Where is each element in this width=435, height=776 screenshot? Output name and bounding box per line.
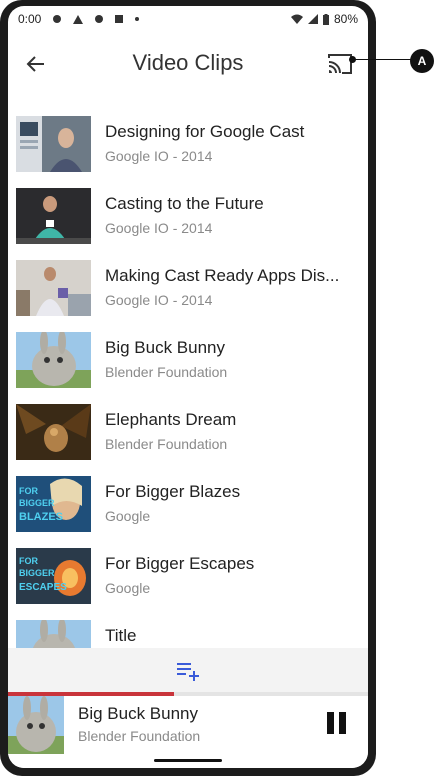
list-item[interactable]: Casting to the Future Google IO - 2014 (8, 182, 368, 254)
video-subtitle: Google (105, 508, 151, 524)
list-item[interactable]: Title (8, 614, 368, 648)
video-thumbnail: FOR BIGGER ESCAPES (16, 548, 91, 604)
video-thumbnail (16, 260, 91, 316)
notification-icon (115, 15, 124, 23)
list-item[interactable]: Designing for Google Cast Google IO - 20… (8, 110, 368, 182)
video-subtitle: Google IO - 2014 (105, 292, 213, 308)
add-to-queue-icon[interactable] (176, 660, 200, 682)
phone-frame: 0:00 80% Video Clips Designing for Googl… (0, 0, 376, 776)
video-title: Casting to the Future (105, 194, 264, 213)
video-subtitle: Blender Foundation (105, 436, 228, 452)
svg-text:FOR: FOR (19, 556, 38, 566)
video-list[interactable]: Designing for Google Cast Google IO - 20… (8, 110, 368, 648)
mini-controller-title: Big Buck Bunny (78, 704, 199, 723)
list-item[interactable]: Making Cast Ready Apps Dis... Google IO … (8, 254, 368, 326)
system-icons: 80% (290, 12, 358, 26)
video-thumbnail (16, 188, 91, 244)
video-title: Title (105, 626, 137, 645)
mini-controller-thumbnail (8, 696, 64, 754)
battery-percent: 80% (333, 12, 358, 26)
mini-controller[interactable]: Big Buck Bunny Blender Foundation (8, 696, 368, 754)
signal-icon (307, 14, 318, 24)
svg-text:ESCAPES: ESCAPES (19, 582, 67, 593)
video-title: Elephants Dream (105, 410, 237, 429)
page-title: Video Clips (132, 50, 244, 75)
video-title: For Bigger Blazes (105, 482, 241, 501)
list-item[interactable]: Big Buck Bunny Blender Foundation (8, 326, 368, 398)
pause-icon (327, 712, 334, 734)
battery-icon (322, 13, 329, 25)
video-thumbnail: FOR BIGGER BLAZES (16, 476, 91, 532)
list-item[interactable]: Elephants Dream Blender Foundation (8, 398, 368, 470)
pause-icon (339, 712, 346, 734)
svg-text:BIGGER: BIGGER (19, 498, 55, 508)
video-subtitle: Google IO - 2014 (105, 148, 213, 164)
callout-line (352, 59, 412, 60)
video-subtitle: Google (105, 580, 151, 596)
pause-button[interactable] (326, 712, 348, 736)
home-handle[interactable] (154, 759, 222, 762)
notification-icon (95, 15, 104, 23)
video-thumbnail (16, 404, 91, 460)
video-title: Designing for Google Cast (105, 122, 305, 141)
video-title: For Bigger Escapes (105, 554, 255, 573)
list-item[interactable]: FOR BIGGER BLAZES For Bigger Blazes Goog… (8, 470, 368, 542)
screen: 0:00 80% Video Clips Designing for Googl… (8, 6, 368, 768)
video-title: Making Cast Ready Apps Dis... (105, 266, 340, 285)
mini-controller-subtitle: Blender Foundation (78, 728, 201, 744)
svg-text:FOR: FOR (19, 486, 38, 496)
video-subtitle: Blender Foundation (105, 364, 228, 380)
cast-icon[interactable] (326, 50, 354, 78)
queue-bar (8, 648, 368, 692)
navigation-bar (8, 754, 368, 768)
notification-icon (73, 14, 84, 24)
svg-text:BIGGER: BIGGER (19, 568, 55, 578)
video-thumbnail (16, 620, 91, 648)
status-bar: 0:00 80% (8, 6, 368, 32)
status-time: 0:00 (18, 12, 42, 26)
video-title: Big Buck Bunny (105, 338, 226, 357)
notification-icon (53, 15, 62, 23)
video-thumbnail (16, 332, 91, 388)
notification-icons (53, 14, 140, 24)
wifi-icon (290, 14, 303, 24)
app-bar: Video Clips (8, 32, 368, 98)
list-item[interactable]: FOR BIGGER ESCAPES For Bigger Escapes Go… (8, 542, 368, 614)
video-subtitle: Google IO - 2014 (105, 220, 213, 236)
callout-badge: A (410, 49, 434, 73)
video-thumbnail (16, 116, 91, 172)
notification-icon (135, 17, 140, 21)
svg-text:BLAZES: BLAZES (19, 511, 63, 523)
